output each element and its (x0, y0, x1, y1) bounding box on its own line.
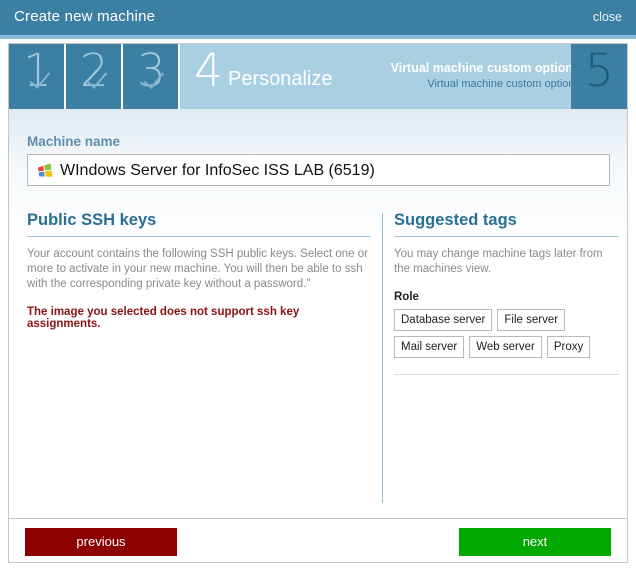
close-button[interactable]: close (593, 10, 622, 24)
next-button[interactable]: next (459, 528, 611, 556)
wizard-panel: 1 2 3 4 Personalize Virtual machine cust… (8, 43, 628, 563)
suggested-tags-section: Suggested tags You may change machine ta… (394, 211, 619, 375)
dialog-title: Create new machine (14, 8, 156, 25)
tag-row: Mail server Web server Proxy (394, 336, 619, 358)
public-ssh-keys-section: Public SSH keys Your account contains th… (27, 211, 371, 330)
tag-list: Database server File server Mail server … (394, 309, 619, 358)
wizard-footer: previous next (9, 519, 627, 562)
ssh-heading: Public SSH keys (27, 211, 157, 229)
step-5[interactable]: 5 (571, 44, 627, 109)
wizard-step-bar: 1 2 3 4 Personalize Virtual machine cust… (9, 44, 627, 109)
step-4-options-sub: Virtual machine custom options (427, 78, 580, 90)
tag-proxy[interactable]: Proxy (546, 336, 591, 358)
tags-heading-rule (394, 236, 619, 237)
machine-name-value: WIndows Server for InfoSec ISS LAB (6519… (60, 162, 375, 179)
tags-group-label: Role (394, 291, 419, 303)
tag-database-server[interactable]: Database server (394, 309, 493, 331)
create-machine-dialog: Create new machine close 1 2 3 4 Persona… (0, 0, 636, 571)
tag-mail-server[interactable]: Mail server (394, 336, 465, 358)
dialog-titlebar: Create new machine close (0, 0, 636, 35)
tag-file-server[interactable]: File server (497, 309, 566, 331)
tags-heading: Suggested tags (394, 211, 517, 229)
column-divider (382, 213, 383, 503)
ssh-warning: The image you selected does not support … (27, 306, 300, 330)
step-1[interactable]: 1 (9, 44, 66, 109)
wizard-body: Machine name WIndows Server for InfoSec … (9, 109, 627, 519)
step-4-active[interactable]: 4 Personalize Virtual machine custom opt… (180, 44, 590, 109)
titlebar-underline (0, 35, 636, 39)
step-4-options: Virtual machine custom options Virtual m… (391, 60, 580, 92)
machine-name-label: Machine name (27, 134, 121, 149)
tag-web-server[interactable]: Web server (469, 336, 542, 358)
machine-name-input[interactable]: WIndows Server for InfoSec ISS LAB (6519… (27, 154, 610, 186)
step-4-label: Personalize (228, 68, 333, 90)
tags-bottom-rule (394, 374, 619, 375)
ssh-description: Your account contains the following SSH … (27, 248, 368, 290)
previous-button[interactable]: previous (25, 528, 177, 556)
tag-row: Database server File server (394, 309, 619, 331)
step-5-number: 5 (585, 44, 614, 97)
windows-logo-icon (37, 163, 53, 177)
tags-description: You may change machine tags later from t… (394, 248, 603, 275)
step-3[interactable]: 3 (123, 44, 180, 109)
ssh-heading-rule (27, 236, 371, 237)
step-4-number: 4 (194, 44, 223, 97)
step-2[interactable]: 2 (66, 44, 123, 109)
step-4-options-main: Virtual machine custom options (390, 61, 580, 75)
